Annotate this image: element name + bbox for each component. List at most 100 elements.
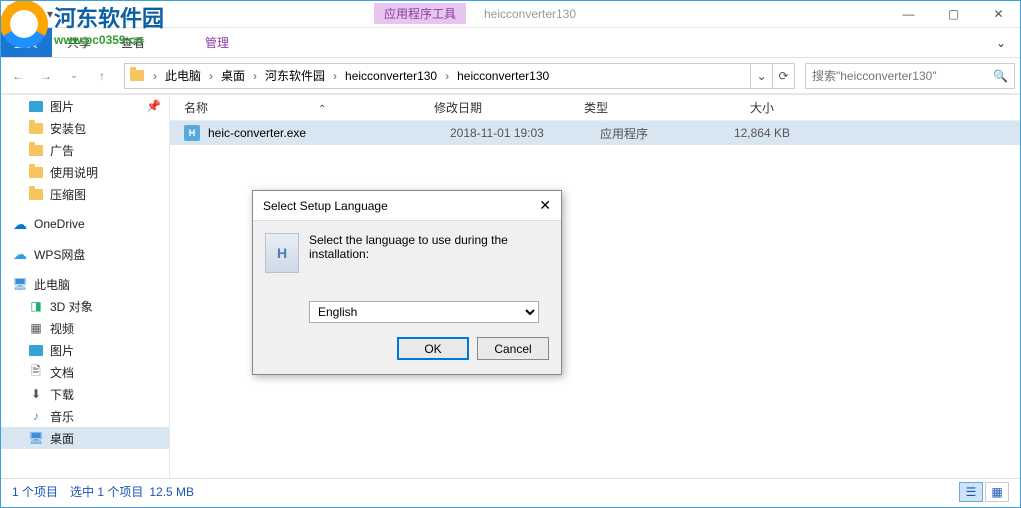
exe-icon: H xyxy=(184,125,200,141)
search-icon[interactable]: 🔍 xyxy=(993,69,1008,83)
column-name[interactable]: 名称⌃ xyxy=(184,99,434,116)
breadcrumb[interactable]: › 此电脑 › 桌面 › 河东软件园 › heicconverter130 › … xyxy=(124,63,795,89)
3d-icon: ◨ xyxy=(28,298,44,314)
sidebar-item-label: 广告 xyxy=(50,142,74,159)
file-size: 12,864 KB xyxy=(700,126,790,140)
breadcrumb-dropdown[interactable]: ⌄ xyxy=(750,64,772,88)
forward-button[interactable]: → xyxy=(34,64,58,88)
video-icon: ▦ xyxy=(28,320,44,336)
contextual-tab[interactable]: 应用程序工具 xyxy=(374,3,466,24)
file-type: 应用程序 xyxy=(600,125,700,142)
ribbon: 主页 共享 查看 管理 ⌄ xyxy=(0,28,1021,58)
chevron-right-icon[interactable]: › xyxy=(329,69,341,83)
sidebar-item-downloads[interactable]: ⬇ 下载 xyxy=(0,383,169,405)
chevron-right-icon[interactable]: › xyxy=(441,69,453,83)
sidebar-item-videos[interactable]: ▦ 视频 xyxy=(0,317,169,339)
cloud-icon: ☁ xyxy=(12,246,28,262)
close-button[interactable]: ✕ xyxy=(976,0,1021,28)
dialog-close-button[interactable]: ✕ xyxy=(539,197,551,214)
language-select[interactable]: English xyxy=(309,301,539,323)
column-date[interactable]: 修改日期 xyxy=(434,99,584,116)
document-icon: 🖹 xyxy=(28,364,44,380)
sidebar-item-label: 桌面 xyxy=(50,430,74,447)
sidebar-item-label: 下载 xyxy=(50,386,74,403)
status-size: 12.5 MB xyxy=(149,485,194,499)
ok-button[interactable]: OK xyxy=(397,337,469,360)
recent-dropdown[interactable]: ⌄ xyxy=(62,64,86,88)
sidebar-item-label: 使用说明 xyxy=(50,164,98,181)
sidebar-item-readme[interactable]: 使用说明 xyxy=(0,161,169,183)
sidebar-item-label: 3D 对象 xyxy=(50,298,93,315)
properties-icon[interactable]: ▤ xyxy=(24,6,40,22)
sidebar-item-compressed[interactable]: 压缩图 xyxy=(0,183,169,205)
sidebar-item-pictures[interactable]: 图片 📌 xyxy=(0,95,169,117)
sidebar-item-ads[interactable]: 广告 xyxy=(0,139,169,161)
breadcrumb-item[interactable]: heicconverter130 xyxy=(453,69,553,83)
sidebar-item-label: 音乐 xyxy=(50,408,74,425)
ribbon-expand-icon[interactable]: ⌄ xyxy=(981,28,1021,57)
breadcrumb-root[interactable]: 此电脑 xyxy=(161,67,205,84)
sidebar-item-install[interactable]: 安装包 xyxy=(0,117,169,139)
status-count: 1 个项目 xyxy=(12,483,58,500)
sidebar-item-label: 图片 xyxy=(50,98,74,115)
language-dialog: Select Setup Language ✕ H Select the lan… xyxy=(252,190,562,375)
sidebar-item-label: 图片 xyxy=(50,342,74,359)
file-name: heic-converter.exe xyxy=(208,126,450,140)
desktop-icon: 🖥 xyxy=(28,430,44,446)
search-field[interactable] xyxy=(812,69,993,83)
dialog-titlebar[interactable]: Select Setup Language ✕ xyxy=(253,191,561,221)
sidebar-item-documents[interactable]: 🖹文档 xyxy=(0,361,169,383)
tab-view[interactable]: 查看 xyxy=(106,28,160,57)
dialog-message: Select the language to use during the in… xyxy=(309,233,549,273)
file-date: 2018-11-01 19:03 xyxy=(450,126,600,140)
breadcrumb-item[interactable]: 河东软件园 xyxy=(261,67,329,84)
view-details-button[interactable]: ☰ xyxy=(959,482,983,502)
folder-icon xyxy=(6,6,22,22)
window-title: heicconverter130 xyxy=(484,7,576,21)
sidebar-item-wps[interactable]: ☁ WPS网盘 xyxy=(0,243,169,265)
chevron-right-icon[interactable]: › xyxy=(205,69,217,83)
sidebar: 图片 📌 安装包 广告 使用说明 压缩图 ☁ OneDrive ☁ WPS网盘 🖥此电… xyxy=(0,95,170,478)
status-selection: 选中 1 个项目 xyxy=(70,483,143,500)
sidebar-item-label: 压缩图 xyxy=(50,186,86,203)
download-icon: ⬇ xyxy=(28,386,44,402)
sidebar-item-3d[interactable]: ◨ 3D 对象 xyxy=(0,295,169,317)
cancel-button[interactable]: Cancel xyxy=(477,337,549,360)
sidebar-item-label: OneDrive xyxy=(34,217,85,231)
sidebar-item-thispc[interactable]: 🖥此电脑 xyxy=(0,273,169,295)
sidebar-item-music[interactable]: ♪ 音乐 xyxy=(0,405,169,427)
breadcrumb-item[interactable]: 桌面 xyxy=(217,67,249,84)
chevron-right-icon[interactable]: › xyxy=(249,69,261,83)
column-type[interactable]: 类型 xyxy=(584,99,684,116)
sidebar-item-desktop[interactable]: 🖥 桌面 xyxy=(0,427,169,449)
onedrive-icon: ☁ xyxy=(12,216,28,232)
maximize-button[interactable]: ▢ xyxy=(931,0,976,28)
tab-manage[interactable]: 管理 xyxy=(190,28,244,57)
tab-home[interactable]: 主页 xyxy=(0,28,52,57)
pin-icon[interactable]: 📌 xyxy=(146,99,161,113)
sidebar-item-pictures2[interactable]: 图片 xyxy=(0,339,169,361)
up-button[interactable]: ↑ xyxy=(90,64,114,88)
dialog-title: Select Setup Language xyxy=(263,199,388,213)
breadcrumb-item[interactable]: heicconverter130 xyxy=(341,69,441,83)
sidebar-item-label: WPS网盘 xyxy=(34,246,85,263)
titlebar: ▤ ▾ 应用程序工具 heicconverter130 — ▢ ✕ xyxy=(0,0,1021,28)
status-bar: 1 个项目 选中 1 个项目 12.5 MB ☰ ▦ xyxy=(0,478,1021,504)
music-icon: ♪ xyxy=(28,408,44,424)
sidebar-item-onedrive[interactable]: ☁ OneDrive xyxy=(0,213,169,235)
minimize-button[interactable]: — xyxy=(886,0,931,28)
back-button[interactable]: ← xyxy=(6,64,30,88)
column-size[interactable]: 大小 xyxy=(684,99,774,116)
refresh-button[interactable]: ⟳ xyxy=(772,64,794,88)
sidebar-item-label: 视频 xyxy=(50,320,74,337)
file-row[interactable]: H heic-converter.exe 2018-11-01 19:03 应用… xyxy=(170,121,1021,145)
chevron-right-icon[interactable]: › xyxy=(149,69,161,83)
search-input[interactable]: 🔍 xyxy=(805,63,1015,89)
navbar: ← → ⌄ ↑ › 此电脑 › 桌面 › 河东软件园 › heicconvert… xyxy=(0,58,1021,94)
qat-dropdown-icon[interactable]: ▾ xyxy=(42,6,58,22)
tab-share[interactable]: 共享 xyxy=(52,28,106,57)
pc-icon: 🖥 xyxy=(12,276,28,292)
installer-icon: H xyxy=(265,233,299,273)
view-icons-button[interactable]: ▦ xyxy=(985,482,1009,502)
column-headers: 名称⌃ 修改日期 类型 大小 xyxy=(170,95,1021,121)
